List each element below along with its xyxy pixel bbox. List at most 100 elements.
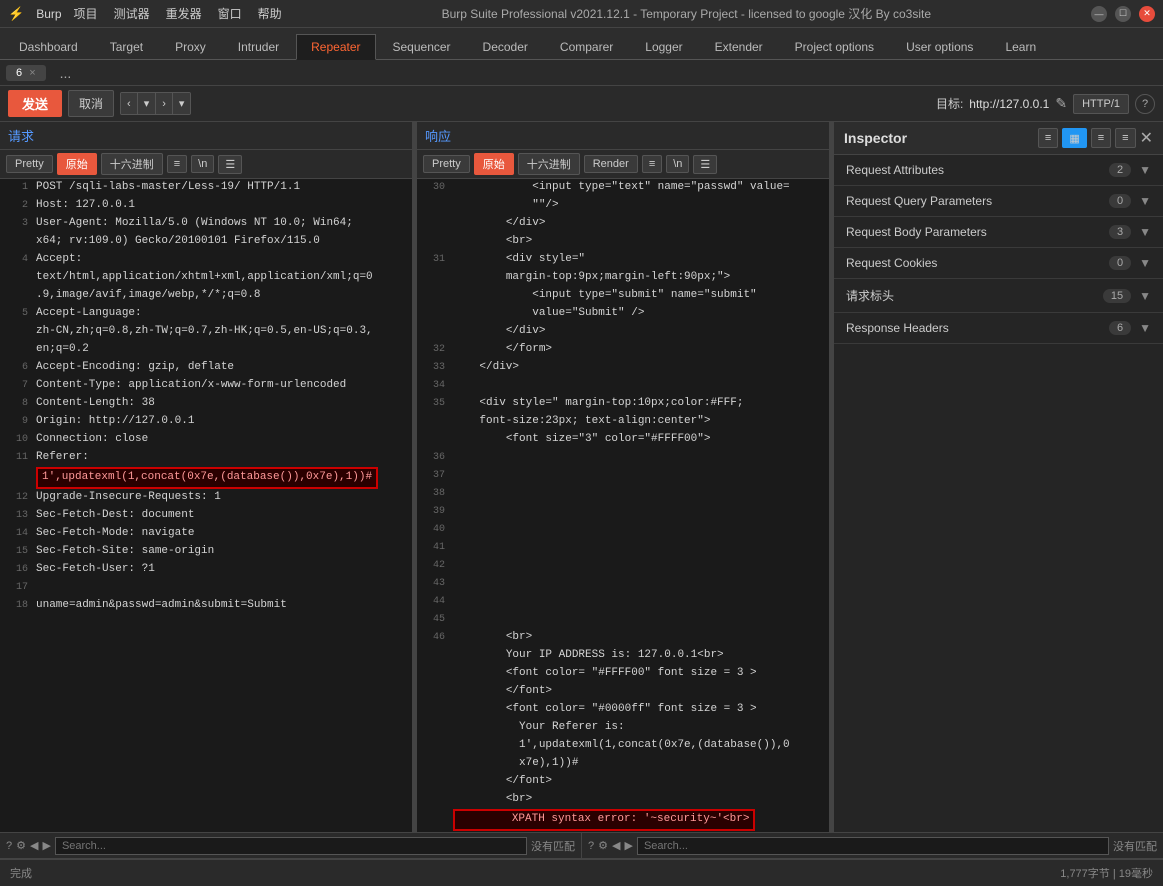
response-line: 40 xyxy=(417,521,829,539)
req-pretty-btn[interactable]: Pretty xyxy=(6,155,53,173)
response-line: <font color= "#FFFF00" font size = 3 > xyxy=(417,665,829,683)
search-next-left[interactable]: ▶ xyxy=(42,839,50,852)
menu-window[interactable]: 窗口 xyxy=(218,5,242,22)
tab-extender[interactable]: Extender xyxy=(700,33,778,59)
res-hex-btn[interactable]: 十六进制 xyxy=(518,153,580,175)
request-search-bar: ? ⚙ ◀ ▶ 没有匹配 xyxy=(0,833,582,859)
search-help-icon-left[interactable]: ? xyxy=(6,840,12,852)
tab-proxy[interactable]: Proxy xyxy=(160,33,221,59)
prev-button[interactable]: ‹ xyxy=(121,93,138,114)
request-line: 15Sec-Fetch-Site: same-origin xyxy=(0,543,412,561)
request-line: 8Content-Length: 38 xyxy=(0,395,412,413)
response-line: </font> xyxy=(417,683,829,701)
tab-decoder[interactable]: Decoder xyxy=(468,33,543,59)
cancel-button[interactable]: 取消 xyxy=(68,90,114,117)
response-panel-header: 响应 xyxy=(417,122,829,150)
request-line: 4Accept: xyxy=(0,251,412,269)
req-icon-btn2[interactable]: \n xyxy=(191,155,214,173)
request-line: 11Referer: xyxy=(0,449,412,467)
tab-dashboard[interactable]: Dashboard xyxy=(4,33,93,59)
response-line: 33 </div> xyxy=(417,359,829,377)
next-dropdown[interactable]: ▾ xyxy=(173,93,191,114)
http-version-button[interactable]: HTTP/1 xyxy=(1073,94,1129,114)
req-icon-btn1[interactable]: ≡ xyxy=(167,155,187,173)
tab-logger[interactable]: Logger xyxy=(630,33,697,59)
app-name: Burp xyxy=(36,7,61,21)
search-prev-left[interactable]: ◀ xyxy=(30,839,38,852)
inspector-close-button[interactable]: ✕ xyxy=(1140,128,1153,148)
request-line: 6Accept-Encoding: gzip, deflate xyxy=(0,359,412,377)
request-line: 2Host: 127.0.0.1 xyxy=(0,197,412,215)
chevron-down-icon: ▼ xyxy=(1139,225,1151,239)
send-button[interactable]: 发送 xyxy=(8,90,62,117)
sub-tab-more[interactable]: ... xyxy=(50,63,82,83)
response-line: 41 xyxy=(417,539,829,557)
tab-user-options[interactable]: User options xyxy=(891,33,988,59)
req-raw-btn[interactable]: 原始 xyxy=(57,153,97,175)
menu-testing[interactable]: 测试器 xyxy=(114,5,150,22)
request-content[interactable]: 1POST /sqli-labs-master/Less-19/ HTTP/1.… xyxy=(0,179,412,832)
tab-repeater[interactable]: Repeater xyxy=(296,34,375,60)
maximize-button[interactable]: ☐ xyxy=(1115,6,1131,22)
res-icon-btn1[interactable]: ≡ xyxy=(642,155,662,173)
search-gear-icon-right[interactable]: ⚙ xyxy=(598,839,608,852)
request-line: 7Content-Type: application/x-www-form-ur… xyxy=(0,377,412,395)
request-line: .9,image/avif,image/webp,*/*;q=0.8 xyxy=(0,287,412,305)
res-render-btn[interactable]: Render xyxy=(584,155,638,173)
inspector-section-item[interactable]: 请求标头15▼ xyxy=(834,279,1163,313)
res-icon-btn3[interactable]: ☰ xyxy=(693,155,717,174)
tab-comparer[interactable]: Comparer xyxy=(545,33,628,59)
menu-project[interactable]: 项目 xyxy=(74,5,98,22)
req-hex-btn[interactable]: 十六进制 xyxy=(101,153,163,175)
inspector-section-item[interactable]: Request Attributes2▼ xyxy=(834,155,1163,186)
inspector-section-count: 0 xyxy=(1109,256,1131,270)
inspector-section-item[interactable]: Request Body Parameters3▼ xyxy=(834,217,1163,248)
res-icon-btn2[interactable]: \n xyxy=(666,155,689,173)
edit-target-icon[interactable]: ✎ xyxy=(1055,95,1067,112)
help-button[interactable]: ? xyxy=(1135,94,1155,114)
res-pretty-btn[interactable]: Pretty xyxy=(423,155,470,173)
status-info: 1,777字节 | 19毫秒 xyxy=(1060,865,1153,881)
minimize-button[interactable]: — xyxy=(1091,6,1107,22)
inspector-section-count: 3 xyxy=(1109,225,1131,239)
res-raw-btn[interactable]: 原始 xyxy=(474,153,514,175)
response-content[interactable]: 30 <input type="text" name="passwd" valu… xyxy=(417,179,829,832)
inspector-section-label: Request Query Parameters xyxy=(846,194,1109,208)
search-help-icon-right[interactable]: ? xyxy=(588,840,594,852)
close-button[interactable]: ✕ xyxy=(1139,6,1155,22)
search-next-right[interactable]: ▶ xyxy=(624,839,632,852)
tab-intruder[interactable]: Intruder xyxy=(223,33,294,59)
inspector-btn4[interactable]: ≡ xyxy=(1115,128,1135,148)
inspector-section-item[interactable]: Response Headers6▼ xyxy=(834,313,1163,344)
request-search-input[interactable] xyxy=(55,837,527,855)
response-line: 35 <div style=" margin-top:10px;color:#F… xyxy=(417,395,829,413)
chevron-down-icon: ▼ xyxy=(1139,321,1151,335)
tab-target[interactable]: Target xyxy=(95,33,158,59)
menu-repeater[interactable]: 重发器 xyxy=(166,5,202,22)
next-button[interactable]: › xyxy=(156,93,173,114)
request-panel: 请求 Pretty 原始 十六进制 ≡ \n ☰ 1POST /sqli-lab… xyxy=(0,122,413,832)
inspector-section-item[interactable]: Request Query Parameters0▼ xyxy=(834,186,1163,217)
inspector-btn2[interactable]: ▦ xyxy=(1062,128,1086,148)
inspector-section-item[interactable]: Request Cookies0▼ xyxy=(834,248,1163,279)
tab-learn[interactable]: Learn xyxy=(990,33,1051,59)
response-line: font-size:23px; text-align:center"> xyxy=(417,413,829,431)
sub-tab-6[interactable]: 6 × xyxy=(6,65,46,81)
response-search-input[interactable] xyxy=(637,837,1109,855)
chevron-down-icon: ▼ xyxy=(1139,289,1151,303)
prev-dropdown[interactable]: ▾ xyxy=(138,93,157,114)
close-tab-6[interactable]: × xyxy=(29,67,35,79)
search-gear-icon-left[interactable]: ⚙ xyxy=(16,839,26,852)
tab-project-options[interactable]: Project options xyxy=(780,33,889,59)
inspector-section-count: 0 xyxy=(1109,194,1131,208)
chevron-down-icon: ▼ xyxy=(1139,256,1151,270)
req-icon-btn3[interactable]: ☰ xyxy=(218,155,242,174)
menu-help[interactable]: 帮助 xyxy=(258,5,282,22)
inspector-btn1[interactable]: ≡ xyxy=(1038,128,1058,148)
tab-sequencer[interactable]: Sequencer xyxy=(378,33,466,59)
inspector-btn3[interactable]: ≡ xyxy=(1091,128,1111,148)
menu-bar: 项目 测试器 重发器 窗口 帮助 xyxy=(74,5,282,22)
search-prev-right[interactable]: ◀ xyxy=(612,839,620,852)
main-area: 请求 Pretty 原始 十六进制 ≡ \n ☰ 1POST /sqli-lab… xyxy=(0,122,1163,832)
status-bar: 完成 1,777字节 | 19毫秒 xyxy=(0,860,1163,886)
